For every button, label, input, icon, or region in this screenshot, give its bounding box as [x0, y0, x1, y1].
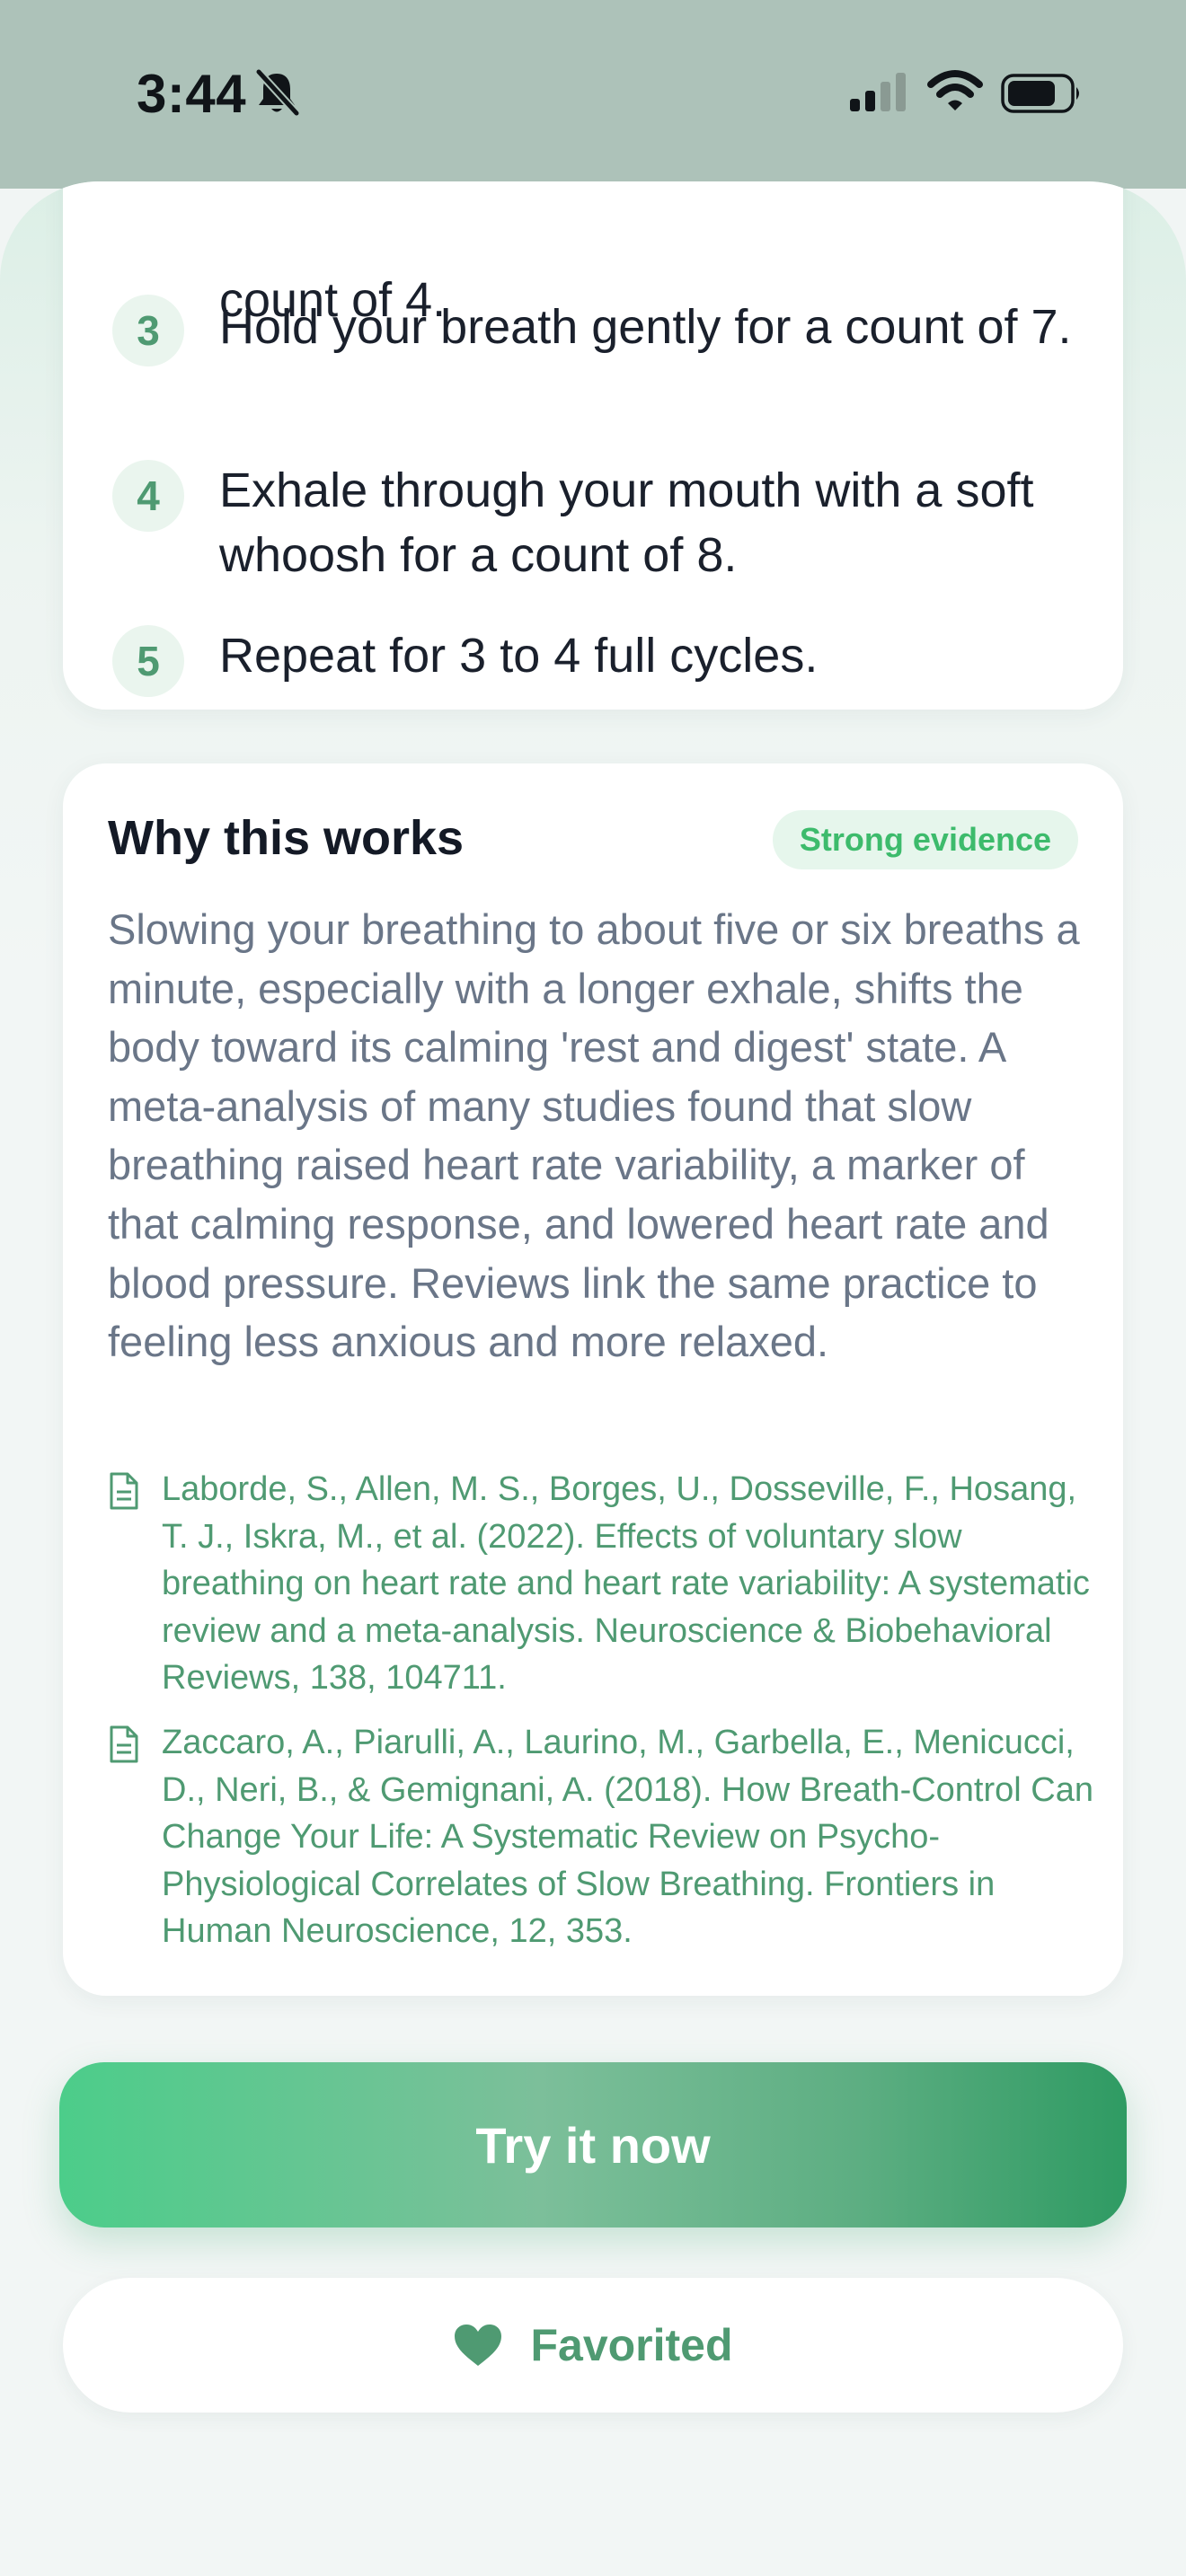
favorite-button[interactable]: Favorited [63, 2278, 1123, 2413]
why-body: Slowing your breathing to about five or … [108, 905, 1080, 1366]
wifi-icon [927, 70, 983, 110]
try-it-now-button[interactable]: Try it now [59, 2062, 1127, 2228]
why-title: Why this works [108, 811, 465, 865]
steps-card: count of 4. 3 Hold your breath gently fo… [63, 181, 1123, 710]
reference-text: Zaccaro, A., Piarulli, A., Laurino, M., … [162, 1724, 1093, 1950]
bell-slash-icon [255, 68, 300, 117]
content-sheet: count of 4. 3 Hold your breath gently fo… [0, 181, 1186, 2576]
evidence-badge: Strong evidence [772, 810, 1078, 869]
status-bar: 3:44 [0, 0, 1186, 189]
step-number: 4 [112, 460, 184, 532]
status-time: 3:44 [137, 64, 247, 124]
document-icon [110, 1472, 138, 1510]
step-number: 3 [112, 295, 184, 366]
step-text: Repeat for 3 to 4 full cycles. [219, 629, 819, 683]
battery-icon [1001, 74, 1079, 113]
cellular-signal-icon [850, 73, 906, 111]
document-icon [110, 1725, 138, 1763]
step-text: Exhale through your mouth with a soft wh… [219, 463, 1034, 582]
step-text: Hold your breath gently for a count of 7… [219, 300, 1072, 354]
favorite-label: Favorited [530, 2320, 733, 2370]
why-card: Why this works Strong evidence Slowing y… [63, 763, 1123, 1996]
heart-icon [455, 2325, 502, 2366]
reference-text: Laborde, S., Allen, M. S., Borges, U., D… [162, 1470, 1090, 1697]
step-number: 5 [112, 625, 184, 697]
